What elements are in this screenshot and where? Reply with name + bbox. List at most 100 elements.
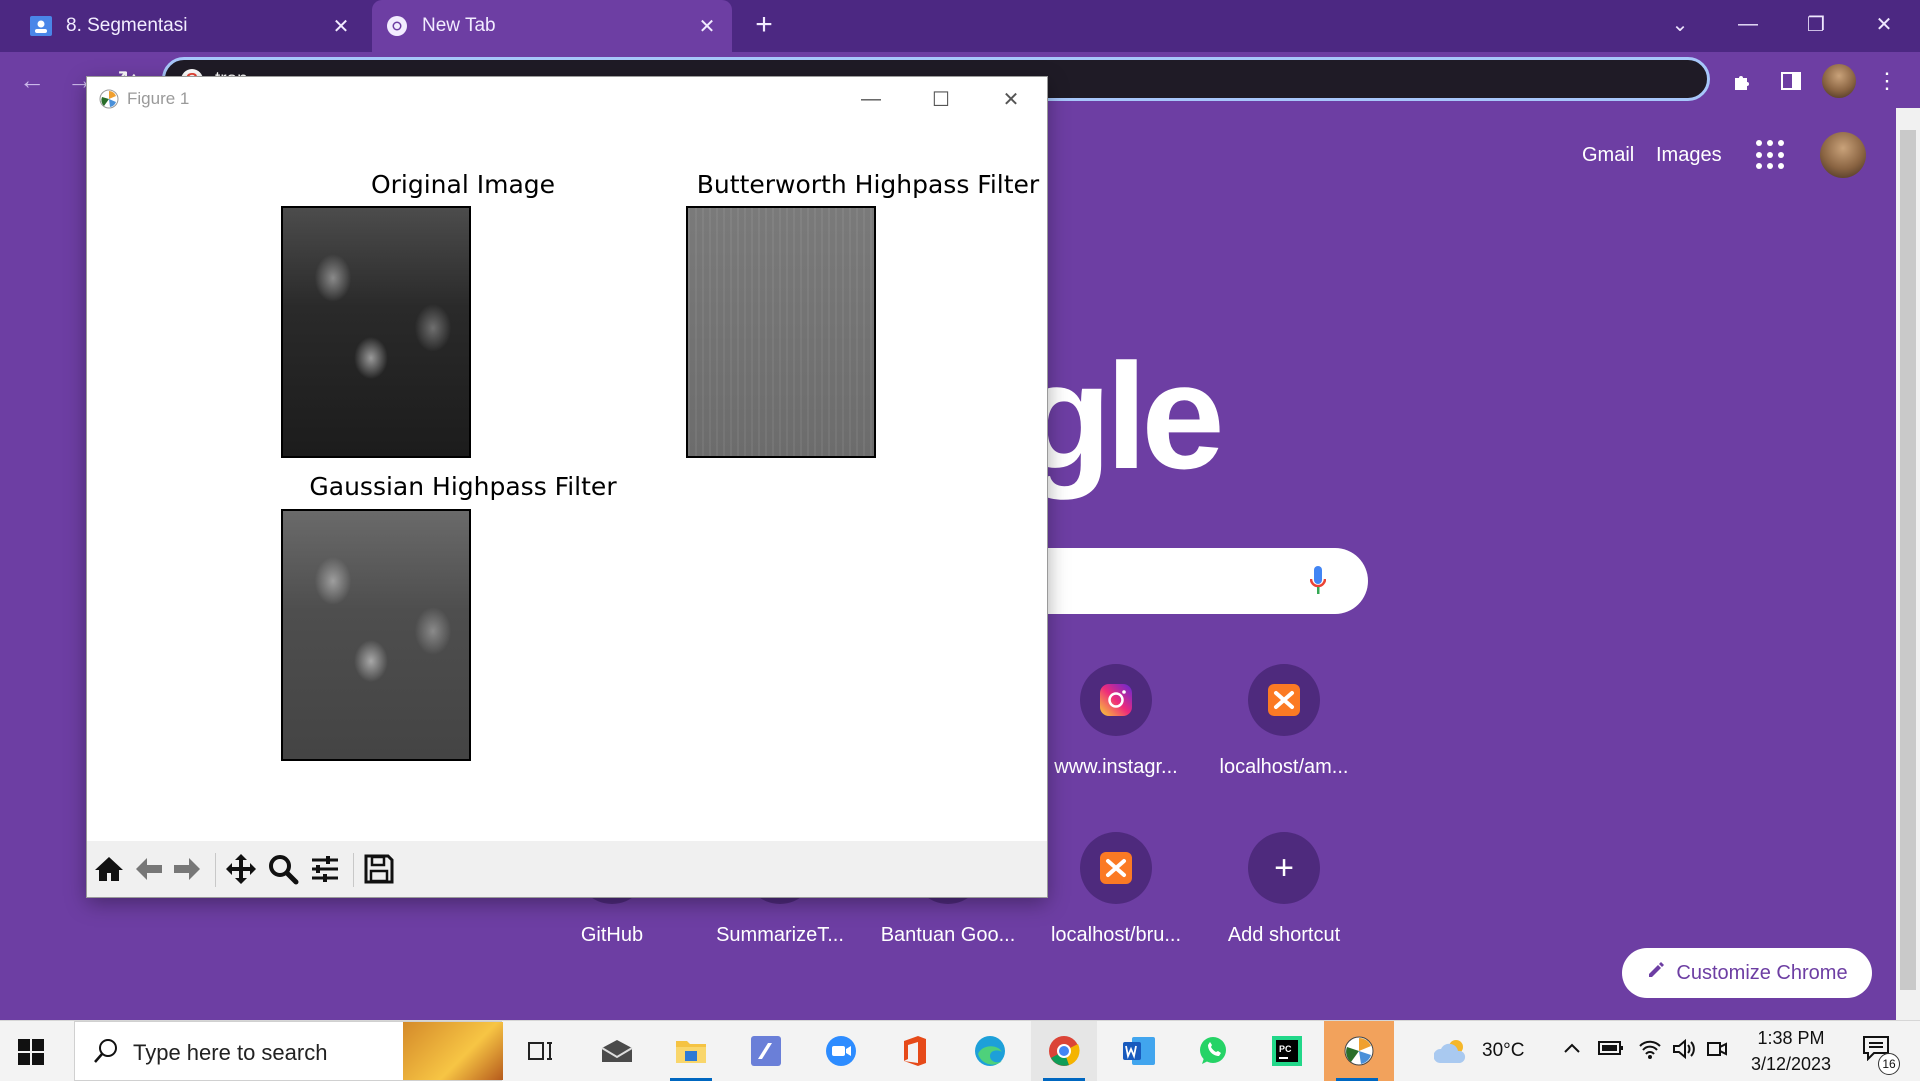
taskbar-search-box[interactable]: Type here to search bbox=[74, 1021, 503, 1081]
back-icon[interactable]: ← bbox=[16, 64, 48, 96]
figure-titlebar[interactable]: Figure 1 — ☐ ✕ bbox=[87, 77, 1047, 121]
menu-kebab-icon[interactable]: ⋮ bbox=[1870, 64, 1904, 98]
pycharm-icon[interactable]: PC bbox=[1254, 1021, 1320, 1081]
edge-icon[interactable] bbox=[957, 1021, 1023, 1081]
mail-app-icon[interactable] bbox=[584, 1021, 650, 1081]
add-shortcut-button[interactable]: + Add shortcut bbox=[1204, 832, 1364, 947]
shortcut-label: localhost/bru... bbox=[1050, 924, 1182, 946]
google-logo: gle bbox=[1020, 332, 1225, 500]
shortcut-label: localhost/am... bbox=[1219, 756, 1349, 778]
subplot-title-gaussian: Gaussian Highpass Filter bbox=[309, 472, 617, 501]
images-link[interactable]: Images bbox=[1656, 144, 1722, 167]
chrome-taskbar-icon[interactable] bbox=[1031, 1021, 1097, 1081]
close-window-icon[interactable]: ✕ bbox=[985, 83, 1037, 115]
account-avatar[interactable] bbox=[1820, 132, 1866, 178]
shortcut-localhost-am[interactable]: localhost/am... bbox=[1204, 664, 1364, 779]
back-arrow-icon[interactable] bbox=[133, 853, 165, 885]
task-view-icon[interactable] bbox=[508, 1021, 574, 1081]
office-icon[interactable] bbox=[882, 1021, 948, 1081]
home-icon[interactable] bbox=[93, 853, 125, 885]
pencil-icon bbox=[1646, 960, 1666, 986]
side-panel-icon[interactable] bbox=[1774, 64, 1808, 98]
pan-icon[interactable] bbox=[225, 853, 257, 885]
profile-avatar[interactable] bbox=[1822, 64, 1856, 98]
extensions-icon[interactable] bbox=[1726, 64, 1760, 98]
close-tab-icon[interactable]: ✕ bbox=[694, 13, 720, 39]
search-placeholder: Type here to search bbox=[133, 1040, 328, 1065]
shortcut-instagram[interactable]: www.instagr... bbox=[1036, 664, 1196, 779]
toolbar-separator bbox=[353, 853, 354, 887]
close-window-icon[interactable]: ✕ bbox=[1856, 8, 1912, 40]
xampp-icon bbox=[1080, 832, 1152, 904]
notification-count: 16 bbox=[1878, 1053, 1900, 1075]
forward-arrow-icon[interactable] bbox=[171, 853, 203, 885]
minimize-icon[interactable]: — bbox=[1720, 8, 1776, 40]
instagram-icon bbox=[1080, 664, 1152, 736]
minimize-icon[interactable]: — bbox=[845, 83, 897, 115]
close-tab-icon[interactable]: ✕ bbox=[328, 13, 354, 39]
gmail-link[interactable]: Gmail bbox=[1582, 144, 1634, 167]
restore-icon[interactable]: ❐ bbox=[1788, 8, 1844, 40]
volume-icon[interactable] bbox=[1672, 1038, 1696, 1066]
chrome-icon bbox=[386, 15, 408, 37]
matplotlib-taskbar-icon[interactable] bbox=[1324, 1021, 1394, 1081]
search-highlight-image bbox=[403, 1022, 503, 1080]
customize-chrome-button[interactable]: Customize Chrome bbox=[1622, 948, 1872, 998]
search-icon bbox=[93, 1038, 119, 1069]
figure-title: Figure 1 bbox=[127, 89, 190, 108]
plus-icon: + bbox=[1248, 832, 1320, 904]
tab-search-icon[interactable]: ⌄ bbox=[1652, 8, 1708, 40]
file-explorer-icon[interactable] bbox=[658, 1021, 724, 1081]
maximize-icon[interactable]: ☐ bbox=[915, 83, 967, 115]
save-icon[interactable] bbox=[363, 853, 395, 885]
tab-segmentasi[interactable]: 8. Segmentasi ✕ bbox=[16, 0, 366, 52]
zoom-app-icon[interactable] bbox=[808, 1021, 874, 1081]
meet-now-icon[interactable] bbox=[1706, 1038, 1728, 1066]
shortcut-localhost-bru[interactable]: localhost/bru... bbox=[1036, 832, 1196, 947]
gaussian-image bbox=[281, 509, 471, 761]
chevron-up-icon[interactable] bbox=[1562, 1038, 1582, 1064]
customize-label: Customize Chrome bbox=[1676, 961, 1848, 984]
clock-time: 1:38 PM bbox=[1757, 1028, 1825, 1048]
battery-icon[interactable] bbox=[1598, 1040, 1624, 1062]
toolbar-separator bbox=[215, 853, 216, 887]
taskbar: Type here to search PC 30°C 1:38 PM 3/12… bbox=[0, 1020, 1920, 1081]
word-icon[interactable] bbox=[1106, 1021, 1172, 1081]
whatsapp-icon[interactable] bbox=[1180, 1021, 1246, 1081]
wifi-icon[interactable] bbox=[1638, 1038, 1662, 1066]
windows-start-icon[interactable] bbox=[18, 1039, 44, 1065]
notification-center-icon[interactable]: 16 bbox=[1862, 1035, 1900, 1075]
mic-icon[interactable] bbox=[1309, 566, 1327, 596]
clock-date: 3/12/2023 bbox=[1750, 1054, 1832, 1074]
weather-temp[interactable]: 30°C bbox=[1482, 1040, 1524, 1062]
tab-new-tab[interactable]: New Tab ✕ bbox=[372, 0, 732, 52]
subplots-config-icon[interactable] bbox=[309, 853, 341, 885]
tab-label: New Tab bbox=[422, 15, 496, 36]
system-clock[interactable]: 1:38 PM 3/12/2023 bbox=[1736, 1025, 1846, 1077]
zoom-icon[interactable] bbox=[267, 853, 299, 885]
classroom-icon bbox=[30, 15, 52, 37]
shortcut-label: www.instagr... bbox=[1054, 756, 1178, 778]
tab-label: 8. Segmentasi bbox=[66, 15, 188, 36]
google-apps-icon[interactable] bbox=[1756, 140, 1786, 170]
figure-window: Figure 1 — ☐ ✕ Original Image Butterwort… bbox=[87, 77, 1047, 897]
matplotlib-toolbar bbox=[87, 841, 1047, 897]
subplot-title-original: Original Image bbox=[370, 170, 556, 199]
scrollbar-thumb[interactable] bbox=[1900, 130, 1916, 990]
ntp-search-box[interactable] bbox=[1000, 548, 1368, 614]
new-tab-button[interactable]: + bbox=[748, 10, 780, 42]
app-icon-a[interactable] bbox=[733, 1021, 799, 1081]
subplot-title-butterworth: Butterworth Highpass Filter bbox=[696, 170, 1040, 199]
shortcut-label: GitHub bbox=[580, 924, 644, 946]
matplotlib-icon bbox=[99, 89, 119, 109]
original-image bbox=[281, 206, 471, 458]
xampp-icon bbox=[1248, 664, 1320, 736]
tab-strip: 8. Segmentasi ✕ New Tab ✕ + ⌄ — ❐ ✕ bbox=[0, 0, 1920, 52]
shortcut-label: SummarizeT... bbox=[716, 924, 844, 946]
weather-cloud-icon[interactable] bbox=[1433, 1037, 1470, 1070]
svg-text:PC: PC bbox=[1279, 1044, 1292, 1054]
page-scrollbar[interactable] bbox=[1896, 108, 1920, 1020]
butterworth-image bbox=[686, 206, 876, 458]
shortcut-label: Bantuan Goo... bbox=[880, 924, 1016, 946]
shortcut-label: Add shortcut bbox=[1227, 924, 1341, 946]
